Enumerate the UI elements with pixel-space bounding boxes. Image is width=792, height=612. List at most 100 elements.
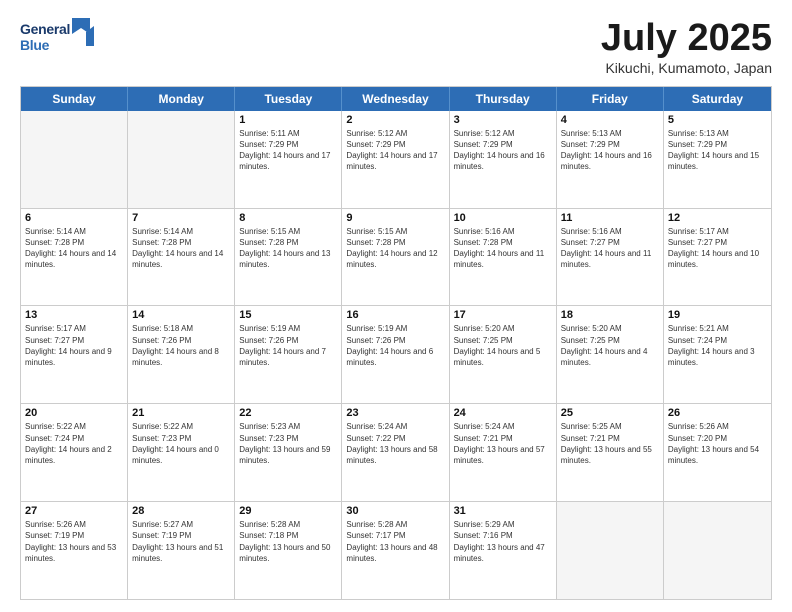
empty-cell <box>21 111 128 208</box>
day-number: 12 <box>668 212 767 224</box>
day-info: Sunrise: 5:22 AM Sunset: 7:23 PM Dayligh… <box>132 421 230 466</box>
day-cell-7: 7 Sunrise: 5:14 AM Sunset: 7:28 PM Daylig… <box>128 209 235 306</box>
day-cell-8: 8 Sunrise: 5:15 AM Sunset: 7:28 PM Daylig… <box>235 209 342 306</box>
day-number: 21 <box>132 407 230 419</box>
day-cell-17: 17 Sunrise: 5:20 AM Sunset: 7:25 PM Dayli… <box>450 306 557 403</box>
day-header-wednesday: Wednesday <box>342 87 449 111</box>
day-number: 29 <box>239 505 337 517</box>
day-info: Sunrise: 5:15 AM Sunset: 7:28 PM Dayligh… <box>239 226 337 271</box>
day-info: Sunrise: 5:17 AM Sunset: 7:27 PM Dayligh… <box>25 323 123 368</box>
day-info: Sunrise: 5:26 AM Sunset: 7:20 PM Dayligh… <box>668 421 767 466</box>
day-info: Sunrise: 5:26 AM Sunset: 7:19 PM Dayligh… <box>25 519 123 564</box>
day-number: 9 <box>346 212 444 224</box>
day-cell-22: 22 Sunrise: 5:23 AM Sunset: 7:23 PM Dayli… <box>235 404 342 501</box>
day-number: 10 <box>454 212 552 224</box>
empty-cell <box>128 111 235 208</box>
day-header-sunday: Sunday <box>21 87 128 111</box>
calendar-row-4: 20Sunrise: 5:22 AM Sunset: 7:24 PM Dayli… <box>21 403 771 501</box>
day-number: 6 <box>25 212 123 224</box>
calendar-row-5: 27 Sunrise: 5:26 AM Sunset: 7:19 PM Dayli… <box>21 501 771 599</box>
day-info: Sunrise: 5:24 AM Sunset: 7:22 PM Dayligh… <box>346 421 444 466</box>
day-number: 23 <box>346 407 444 419</box>
day-cell-23: 23 Sunrise: 5:24 AM Sunset: 7:22 PM Dayli… <box>342 404 449 501</box>
day-info: Sunrise: 5:14 AM Sunset: 7:28 PM Dayligh… <box>132 226 230 271</box>
day-info: Sunrise: 5:28 AM Sunset: 7:18 PM Dayligh… <box>239 519 337 564</box>
day-number: 14 <box>132 309 230 321</box>
month-title: July 2025 <box>601 18 772 60</box>
day-info: Sunrise: 5:28 AM Sunset: 7:17 PM Dayligh… <box>346 519 444 564</box>
day-info: Sunrise: 5:14 AM Sunset: 7:28 PM Dayligh… <box>25 226 123 271</box>
day-cell-9: 9 Sunrise: 5:15 AM Sunset: 7:28 PM Daylig… <box>342 209 449 306</box>
day-number: 28 <box>132 505 230 517</box>
day-cell-25: 25 Sunrise: 5:25 AM Sunset: 7:21 PM Dayli… <box>557 404 664 501</box>
day-cell-2: 2Sunrise: 5:12 AM Sunset: 7:29 PM Daylig… <box>342 111 449 208</box>
day-cell-11: 11 Sunrise: 5:16 AM Sunset: 7:27 PM Dayli… <box>557 209 664 306</box>
day-cell-19: 19Sunrise: 5:21 AM Sunset: 7:24 PM Dayli… <box>664 306 771 403</box>
day-cell-10: 10 Sunrise: 5:16 AM Sunset: 7:28 PM Dayli… <box>450 209 557 306</box>
day-number: 5 <box>668 114 767 126</box>
day-number: 8 <box>239 212 337 224</box>
day-cell-1: 1 Sunrise: 5:11 AM Sunset: 7:29 PM Daylig… <box>235 111 342 208</box>
calendar-header: SundayMondayTuesdayWednesdayThursdayFrid… <box>21 87 771 111</box>
day-header-saturday: Saturday <box>664 87 771 111</box>
day-cell-3: 3Sunrise: 5:12 AM Sunset: 7:29 PM Daylig… <box>450 111 557 208</box>
day-number: 26 <box>668 407 767 419</box>
day-cell-20: 20Sunrise: 5:22 AM Sunset: 7:24 PM Dayli… <box>21 404 128 501</box>
calendar-row-3: 13 Sunrise: 5:17 AM Sunset: 7:27 PM Dayli… <box>21 305 771 403</box>
day-number: 17 <box>454 309 552 321</box>
header: General Blue July 2025 Kikuchi, Kumamoto… <box>20 18 772 76</box>
calendar-row-1: 1 Sunrise: 5:11 AM Sunset: 7:29 PM Daylig… <box>21 111 771 208</box>
day-info: Sunrise: 5:11 AM Sunset: 7:29 PM Dayligh… <box>239 128 337 173</box>
day-number: 24 <box>454 407 552 419</box>
day-info: Sunrise: 5:13 AM Sunset: 7:29 PM Dayligh… <box>668 128 767 173</box>
logo-wordmark: General Blue <box>20 21 70 53</box>
day-number: 13 <box>25 309 123 321</box>
day-cell-4: 4Sunrise: 5:13 AM Sunset: 7:29 PM Daylig… <box>557 111 664 208</box>
day-number: 7 <box>132 212 230 224</box>
day-cell-27: 27 Sunrise: 5:26 AM Sunset: 7:19 PM Dayli… <box>21 502 128 599</box>
day-cell-21: 21 Sunrise: 5:22 AM Sunset: 7:23 PM Dayli… <box>128 404 235 501</box>
day-header-tuesday: Tuesday <box>235 87 342 111</box>
day-header-friday: Friday <box>557 87 664 111</box>
day-number: 27 <box>25 505 123 517</box>
day-cell-24: 24 Sunrise: 5:24 AM Sunset: 7:21 PM Dayli… <box>450 404 557 501</box>
day-info: Sunrise: 5:15 AM Sunset: 7:28 PM Dayligh… <box>346 226 444 271</box>
empty-cell <box>557 502 664 599</box>
title-block: July 2025 Kikuchi, Kumamoto, Japan <box>601 18 772 76</box>
day-cell-29: 29 Sunrise: 5:28 AM Sunset: 7:18 PM Dayli… <box>235 502 342 599</box>
day-header-monday: Monday <box>128 87 235 111</box>
day-info: Sunrise: 5:16 AM Sunset: 7:28 PM Dayligh… <box>454 226 552 271</box>
empty-cell <box>664 502 771 599</box>
location: Kikuchi, Kumamoto, Japan <box>601 60 772 76</box>
day-info: Sunrise: 5:27 AM Sunset: 7:19 PM Dayligh… <box>132 519 230 564</box>
logo: General Blue <box>20 18 94 53</box>
day-cell-14: 14Sunrise: 5:18 AM Sunset: 7:26 PM Dayli… <box>128 306 235 403</box>
day-number: 15 <box>239 309 337 321</box>
day-info: Sunrise: 5:13 AM Sunset: 7:29 PM Dayligh… <box>561 128 659 173</box>
day-info: Sunrise: 5:23 AM Sunset: 7:23 PM Dayligh… <box>239 421 337 466</box>
day-number: 30 <box>346 505 444 517</box>
day-info: Sunrise: 5:16 AM Sunset: 7:27 PM Dayligh… <box>561 226 659 271</box>
day-header-thursday: Thursday <box>450 87 557 111</box>
day-info: Sunrise: 5:19 AM Sunset: 7:26 PM Dayligh… <box>346 323 444 368</box>
day-info: Sunrise: 5:29 AM Sunset: 7:16 PM Dayligh… <box>454 519 552 564</box>
day-cell-15: 15Sunrise: 5:19 AM Sunset: 7:26 PM Dayli… <box>235 306 342 403</box>
day-info: Sunrise: 5:21 AM Sunset: 7:24 PM Dayligh… <box>668 323 767 368</box>
day-info: Sunrise: 5:24 AM Sunset: 7:21 PM Dayligh… <box>454 421 552 466</box>
day-cell-28: 28 Sunrise: 5:27 AM Sunset: 7:19 PM Dayli… <box>128 502 235 599</box>
day-number: 25 <box>561 407 659 419</box>
day-info: Sunrise: 5:20 AM Sunset: 7:25 PM Dayligh… <box>561 323 659 368</box>
day-cell-26: 26 Sunrise: 5:26 AM Sunset: 7:20 PM Dayli… <box>664 404 771 501</box>
day-number: 22 <box>239 407 337 419</box>
logo-icon: General Blue <box>20 18 94 53</box>
day-info: Sunrise: 5:20 AM Sunset: 7:25 PM Dayligh… <box>454 323 552 368</box>
day-number: 3 <box>454 114 552 126</box>
day-number: 11 <box>561 212 659 224</box>
day-cell-18: 18Sunrise: 5:20 AM Sunset: 7:25 PM Dayli… <box>557 306 664 403</box>
day-info: Sunrise: 5:22 AM Sunset: 7:24 PM Dayligh… <box>25 421 123 466</box>
day-number: 1 <box>239 114 337 126</box>
page: General Blue July 2025 Kikuchi, Kumamoto… <box>0 0 792 612</box>
day-info: Sunrise: 5:12 AM Sunset: 7:29 PM Dayligh… <box>346 128 444 173</box>
day-info: Sunrise: 5:25 AM Sunset: 7:21 PM Dayligh… <box>561 421 659 466</box>
day-cell-13: 13 Sunrise: 5:17 AM Sunset: 7:27 PM Dayli… <box>21 306 128 403</box>
